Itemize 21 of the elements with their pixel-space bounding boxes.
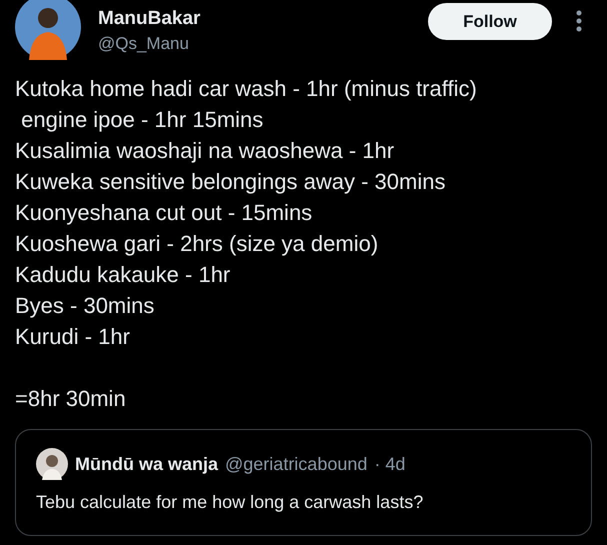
post-total: =8hr 30min — [15, 385, 127, 413]
follow-button[interactable]: Follow — [428, 3, 552, 40]
quoted-author-handle: @geriatricabound — [225, 454, 368, 474]
quoted-author-name: Mūndū wa wanja — [75, 454, 218, 474]
post-text-line: Kuweka sensitive belongings away - 30mins — [15, 168, 446, 196]
post-text-line: Kurudi - 1hr — [15, 323, 131, 351]
quoted-post-time: · 4d — [374, 454, 406, 474]
post-text-line: Byes - 30mins — [15, 292, 156, 320]
quoted-avatar[interactable] — [36, 448, 68, 480]
post-text-line: Kutoka home hadi car wash - 1hr (minus traffic) — [15, 75, 478, 103]
post-text-line: Kuonyeshana cut out - 15mins — [15, 199, 314, 227]
post-text-line: Kadudu kakauke - 1hr — [15, 261, 232, 289]
post-text-line: Kuoshewa gari - 2hrs (size ya demio) — [15, 230, 380, 258]
quoted-post-card[interactable]: Mūndū wa wanja @geriatricabound · 4d Tebu calculate for me how long a carwash lasts? — [15, 429, 592, 536]
avatar[interactable] — [15, 0, 81, 60]
author-name[interactable]: ManuBakar — [98, 8, 200, 30]
post-text-line: Kusalimia waoshaji na waoshewa - 1hr — [15, 137, 396, 165]
quoted-post-text: Tebu calculate for me how long a carwash lasts? — [36, 492, 424, 513]
more-icon[interactable] — [576, 10, 582, 32]
post-text-line: engine ipoe - 1hr 15mins — [20, 106, 264, 134]
author-handle[interactable]: @Qs_Manu — [98, 34, 200, 54]
